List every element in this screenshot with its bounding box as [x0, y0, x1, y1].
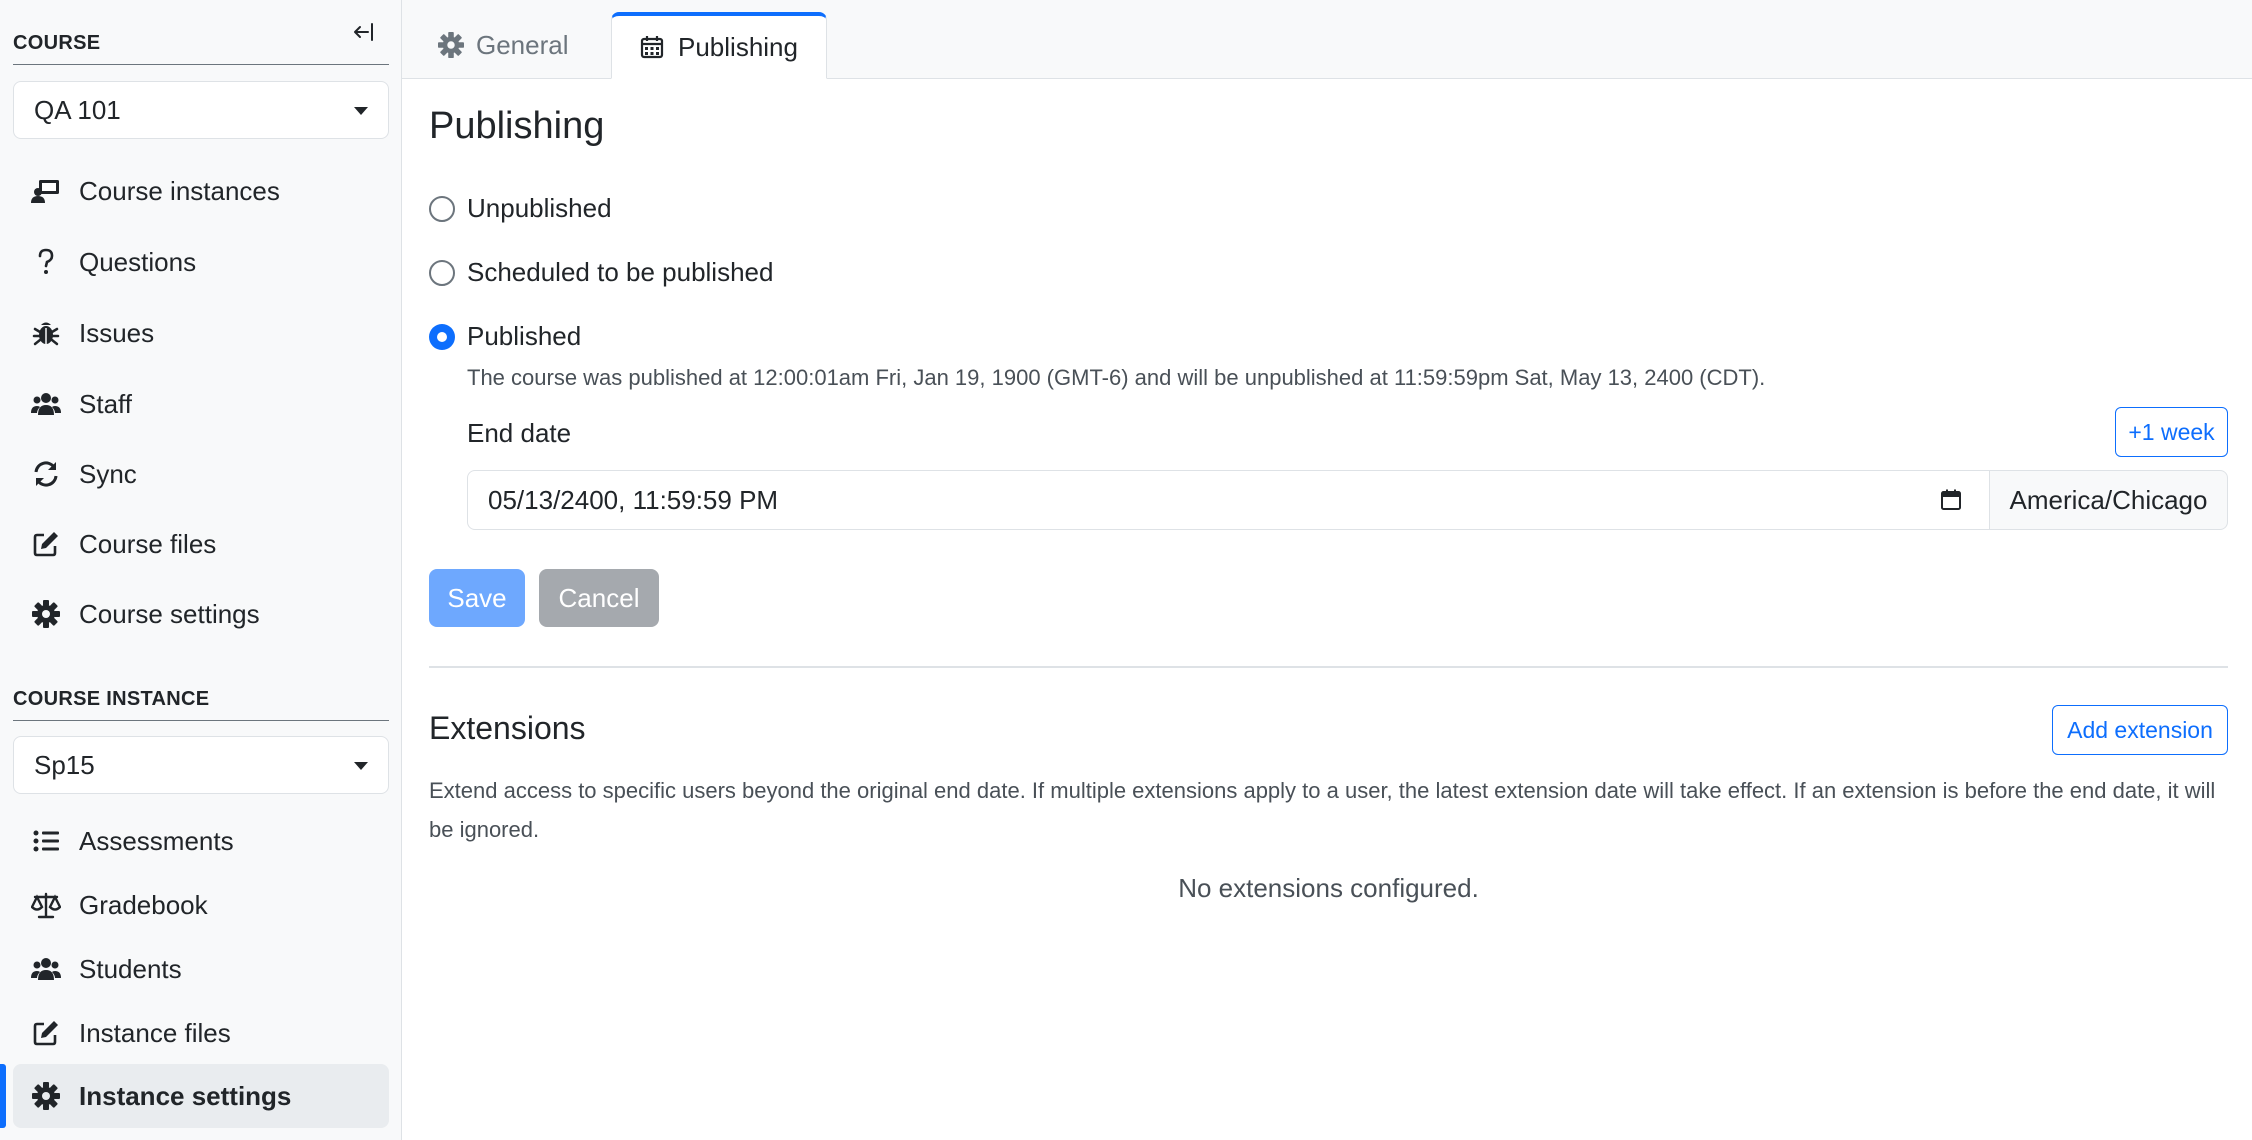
sidebar-item-label: Instance files	[79, 1017, 231, 1048]
tab-label: General	[476, 29, 569, 60]
tab-label: Publishing	[678, 31, 798, 62]
gear-icon	[31, 1081, 61, 1111]
caret-down-icon	[354, 762, 368, 770]
question-icon	[31, 247, 61, 277]
sidebar-item-assessments[interactable]: Assessments	[13, 810, 389, 872]
course-select[interactable]: QA 101	[13, 81, 389, 139]
radio-label: Published	[467, 321, 582, 351]
sidebar: COURSE QA 101 Course instances Questions…	[0, 0, 402, 1140]
tab-general[interactable]: General	[410, 12, 597, 78]
cancel-button[interactable]: Cancel	[539, 569, 659, 627]
course-select-value: QA 101	[34, 94, 121, 125]
end-date-label: End date	[467, 418, 572, 448]
sidebar-item-label: Students	[79, 953, 182, 984]
end-date-input[interactable]: 05/13/2400, 11:59:59 PM	[467, 470, 1990, 530]
publishing-title: Publishing	[429, 105, 605, 147]
sidebar-item-course-instances[interactable]: Course instances	[13, 160, 389, 222]
sidebar-item-course-files[interactable]: Course files	[13, 513, 389, 575]
course-instance-select[interactable]: Sp15	[13, 736, 389, 794]
radio-circle[interactable]	[429, 259, 455, 286]
edit-icon	[31, 1018, 61, 1048]
extensions-description: Extend access to specific users beyond t…	[429, 778, 2216, 842]
tab-publishing[interactable]: Publishing	[611, 12, 827, 79]
main-content: Publishing Unpublished Scheduled to be p…	[402, 79, 2252, 1140]
sidebar-item-label: Course instances	[79, 175, 280, 206]
calendar-picker-icon[interactable]	[1939, 488, 1963, 512]
caret-down-icon	[354, 107, 368, 115]
sidebar-item-students[interactable]: Students	[13, 938, 389, 1000]
plus-one-week-button[interactable]: +1 week	[2115, 407, 2228, 457]
sync-icon	[31, 459, 61, 489]
users-icon	[31, 954, 61, 984]
scale-icon	[31, 890, 61, 920]
save-button[interactable]: Save	[429, 569, 525, 627]
add-extension-button[interactable]: Add extension	[2052, 705, 2228, 755]
sidebar-item-gradebook[interactable]: Gradebook	[13, 874, 389, 936]
course-instance-select-value: Sp15	[34, 749, 95, 780]
radio-circle-checked[interactable]	[429, 323, 455, 350]
sidebar-item-label: Issues	[79, 317, 155, 348]
sidebar-item-label: Gradebook	[79, 889, 208, 920]
sidebar-item-issues[interactable]: Issues	[13, 302, 389, 364]
sidebar-item-sync[interactable]: Sync	[13, 443, 389, 505]
sidebar-item-label: Sync	[79, 458, 137, 489]
sidebar-item-instance-files[interactable]: Instance files	[13, 1002, 389, 1064]
radio-unpublished[interactable]: Unpublished	[429, 193, 612, 224]
gear-icon	[31, 599, 61, 629]
end-date-value: 05/13/2400, 11:59:59 PM	[488, 484, 779, 515]
calendar-icon	[640, 33, 668, 61]
sidebar-item-label: Assessments	[79, 825, 234, 856]
edit-icon	[31, 529, 61, 559]
sidebar-item-label: Instance settings	[79, 1080, 292, 1111]
sidebar-item-label: Staff	[79, 388, 133, 419]
tab-bar: General Publishing	[402, 0, 2252, 79]
course-instance-heading: COURSE INSTANCE	[13, 688, 389, 721]
sidebar-item-course-settings[interactable]: Course settings	[13, 583, 389, 645]
sidebar-item-questions[interactable]: Questions	[13, 231, 389, 293]
bug-icon	[31, 318, 61, 348]
sidebar-item-label: Questions	[79, 246, 197, 277]
radio-label: Unpublished	[467, 193, 612, 223]
sidebar-item-instance-settings[interactable]: Instance settings	[13, 1064, 389, 1128]
extensions-title: Extensions	[429, 710, 586, 746]
gear-icon	[438, 31, 466, 59]
radio-scheduled[interactable]: Scheduled to be published	[429, 257, 773, 288]
users-icon	[31, 389, 61, 419]
active-indicator	[0, 1064, 6, 1128]
timezone-label: America/Chicago	[1990, 470, 2228, 530]
radio-published[interactable]: Published	[429, 321, 581, 352]
radio-label: Scheduled to be published	[467, 257, 774, 287]
publish-status-text: The course was published at 12:00:01am F…	[467, 365, 1766, 390]
list-icon	[31, 826, 61, 856]
sidebar-item-label: Course files	[79, 528, 217, 559]
sidebar-item-label: Course settings	[79, 598, 260, 629]
extensions-empty-state: No extensions configured.	[1178, 873, 1479, 903]
radio-circle[interactable]	[429, 195, 455, 222]
section-divider	[429, 666, 2228, 668]
chalkboard-user-icon	[31, 176, 61, 206]
course-heading: COURSE	[13, 32, 389, 65]
sidebar-item-staff[interactable]: Staff	[13, 373, 389, 435]
